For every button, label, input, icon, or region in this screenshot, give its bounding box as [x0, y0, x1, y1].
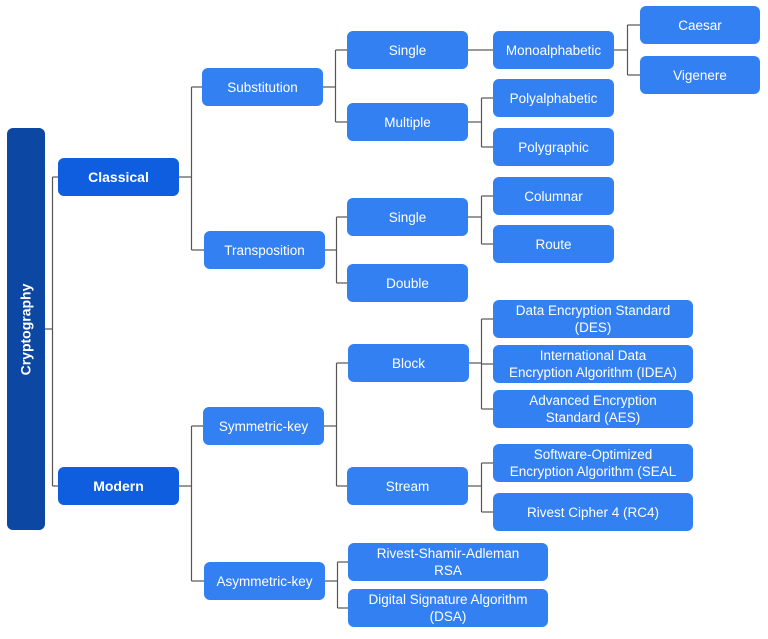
node-root: Cryptography: [7, 128, 45, 530]
node-label: Double: [386, 275, 429, 291]
node-label: Route: [535, 236, 572, 252]
node-trans-single: Single: [347, 198, 468, 236]
node-label: Transposition: [224, 242, 305, 258]
node-label: Classical: [88, 168, 149, 185]
node-label: Columnar: [524, 188, 583, 204]
node-monoalphabetic: Monoalphabetic: [493, 31, 614, 69]
node-label: Software-Optimized Encryption Algorithm …: [509, 447, 677, 479]
node-polygraphic: Polygraphic: [493, 128, 614, 166]
node-asymmetric: Asymmetric-key: [204, 562, 325, 600]
node-label: Vigenere: [673, 67, 727, 83]
node-label: Single: [388, 42, 427, 58]
node-caesar: Caesar: [640, 6, 760, 44]
node-label: Stream: [385, 478, 430, 494]
node-label: Polygraphic: [518, 139, 589, 155]
node-seal: Software-Optimized Encryption Algorithm …: [493, 444, 693, 482]
node-label: Asymmetric-key: [216, 573, 313, 589]
node-aes: Advanced Encryption Standard (AES): [493, 390, 693, 428]
node-stream: Stream: [347, 467, 468, 505]
node-substitution: Substitution: [202, 68, 323, 106]
node-label: Rivest Cipher 4 (RC4): [526, 504, 660, 520]
node-label: Substitution: [227, 79, 298, 95]
node-columnar: Columnar: [493, 177, 614, 215]
node-label: International Data Encryption Algorithm …: [508, 348, 678, 380]
node-transposition: Transposition: [204, 231, 325, 269]
node-label: Symmetric-key: [218, 418, 309, 434]
cryptography-tree-diagram: Cryptography Classical Modern Substitution T…: [0, 0, 768, 639]
node-modern: Modern: [58, 467, 179, 505]
node-trans-double: Double: [347, 264, 468, 302]
node-idea: International Data Encryption Algorithm …: [493, 345, 693, 383]
node-block: Block: [348, 344, 469, 382]
node-label: Block: [391, 355, 425, 371]
node-rc4: Rivest Cipher 4 (RC4): [493, 493, 693, 531]
node-symmetric: Symmetric-key: [203, 407, 324, 445]
node-label: Multiple: [384, 114, 431, 130]
node-classical: Classical: [58, 158, 179, 196]
node-label: Data Encryption Standard (DES): [515, 303, 671, 335]
node-label: Caesar: [678, 17, 722, 33]
node-route: Route: [493, 225, 614, 263]
node-rsa: Rivest-Shamir-Adleman RSA: [348, 543, 548, 581]
node-label: Advanced Encryption Standard (AES): [529, 393, 657, 425]
node-sub-multiple: Multiple: [347, 103, 468, 141]
node-label: Digital Signature Algorithm (DSA): [368, 592, 528, 624]
node-label: Polyalphabetic: [509, 90, 598, 106]
node-label: Modern: [93, 477, 144, 494]
node-label: Rivest-Shamir-Adleman RSA: [376, 546, 520, 578]
node-vigenere: Vigenere: [640, 56, 760, 94]
node-label: Single: [388, 209, 427, 225]
node-dsa: Digital Signature Algorithm (DSA): [348, 589, 548, 627]
node-label: Monoalphabetic: [505, 42, 602, 58]
node-label: Cryptography: [17, 283, 34, 375]
node-des: Data Encryption Standard (DES): [493, 300, 693, 338]
node-sub-single: Single: [347, 31, 468, 69]
node-polyalphabetic: Polyalphabetic: [493, 79, 614, 117]
